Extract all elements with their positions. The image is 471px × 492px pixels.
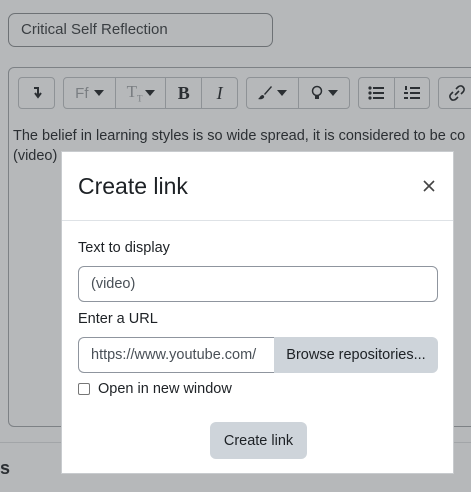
toolbar-group-4 <box>358 77 430 109</box>
partial-heading: s <box>0 458 11 478</box>
text-to-display-input[interactable]: (video) <box>78 266 438 302</box>
browse-repositories-button[interactable]: Browse repositories... <box>274 337 438 373</box>
font-family-icon: Ff <box>75 84 89 102</box>
close-button[interactable] <box>421 178 437 194</box>
open-new-window-label[interactable]: Open in new window <box>98 381 232 397</box>
create-link-button[interactable]: Create link <box>210 422 307 459</box>
font-family-button[interactable]: Ff <box>64 78 115 108</box>
italic-icon[interactable]: I <box>201 78 237 108</box>
undo-arrow-icon[interactable] <box>19 78 54 108</box>
bold-icon[interactable]: B <box>165 78 201 108</box>
close-icon <box>423 180 435 192</box>
text-to-display-label: Text to display <box>78 240 170 256</box>
font-size-icon: TT <box>126 82 143 104</box>
paint-brush-button[interactable] <box>247 78 298 108</box>
toolbar-group-2: Ff TT B I <box>63 77 238 109</box>
url-input-group: https://www.youtube.com/ Browse reposito… <box>78 337 438 373</box>
dialog-title: Create link <box>78 173 188 199</box>
create-link-dialog: Create link Text to display (video) Ente… <box>61 151 454 474</box>
bullet-list-icon[interactable] <box>359 78 394 108</box>
url-input[interactable]: https://www.youtube.com/ <box>78 337 274 373</box>
lightbulb-button[interactable] <box>297 78 349 108</box>
font-size-button[interactable]: TT <box>114 78 166 108</box>
paint-brush-icon <box>258 86 273 100</box>
toolbar-group-5 <box>438 77 471 109</box>
url-label: Enter a URL <box>78 311 158 327</box>
open-new-window-checkbox[interactable] <box>78 383 90 395</box>
title-field[interactable]: Critical Self Reflection <box>8 13 273 47</box>
toolbar-group-3 <box>246 77 350 109</box>
open-new-window-option[interactable]: Open in new window <box>78 381 232 397</box>
dialog-header: Create link <box>62 152 453 221</box>
lightbulb-icon <box>311 85 323 99</box>
link-icon[interactable] <box>439 78 471 108</box>
toolbar-group-1 <box>18 77 55 109</box>
numbered-list-icon[interactable] <box>393 78 429 108</box>
editor-line: The belief in learning styles is so wide… <box>13 128 466 144</box>
